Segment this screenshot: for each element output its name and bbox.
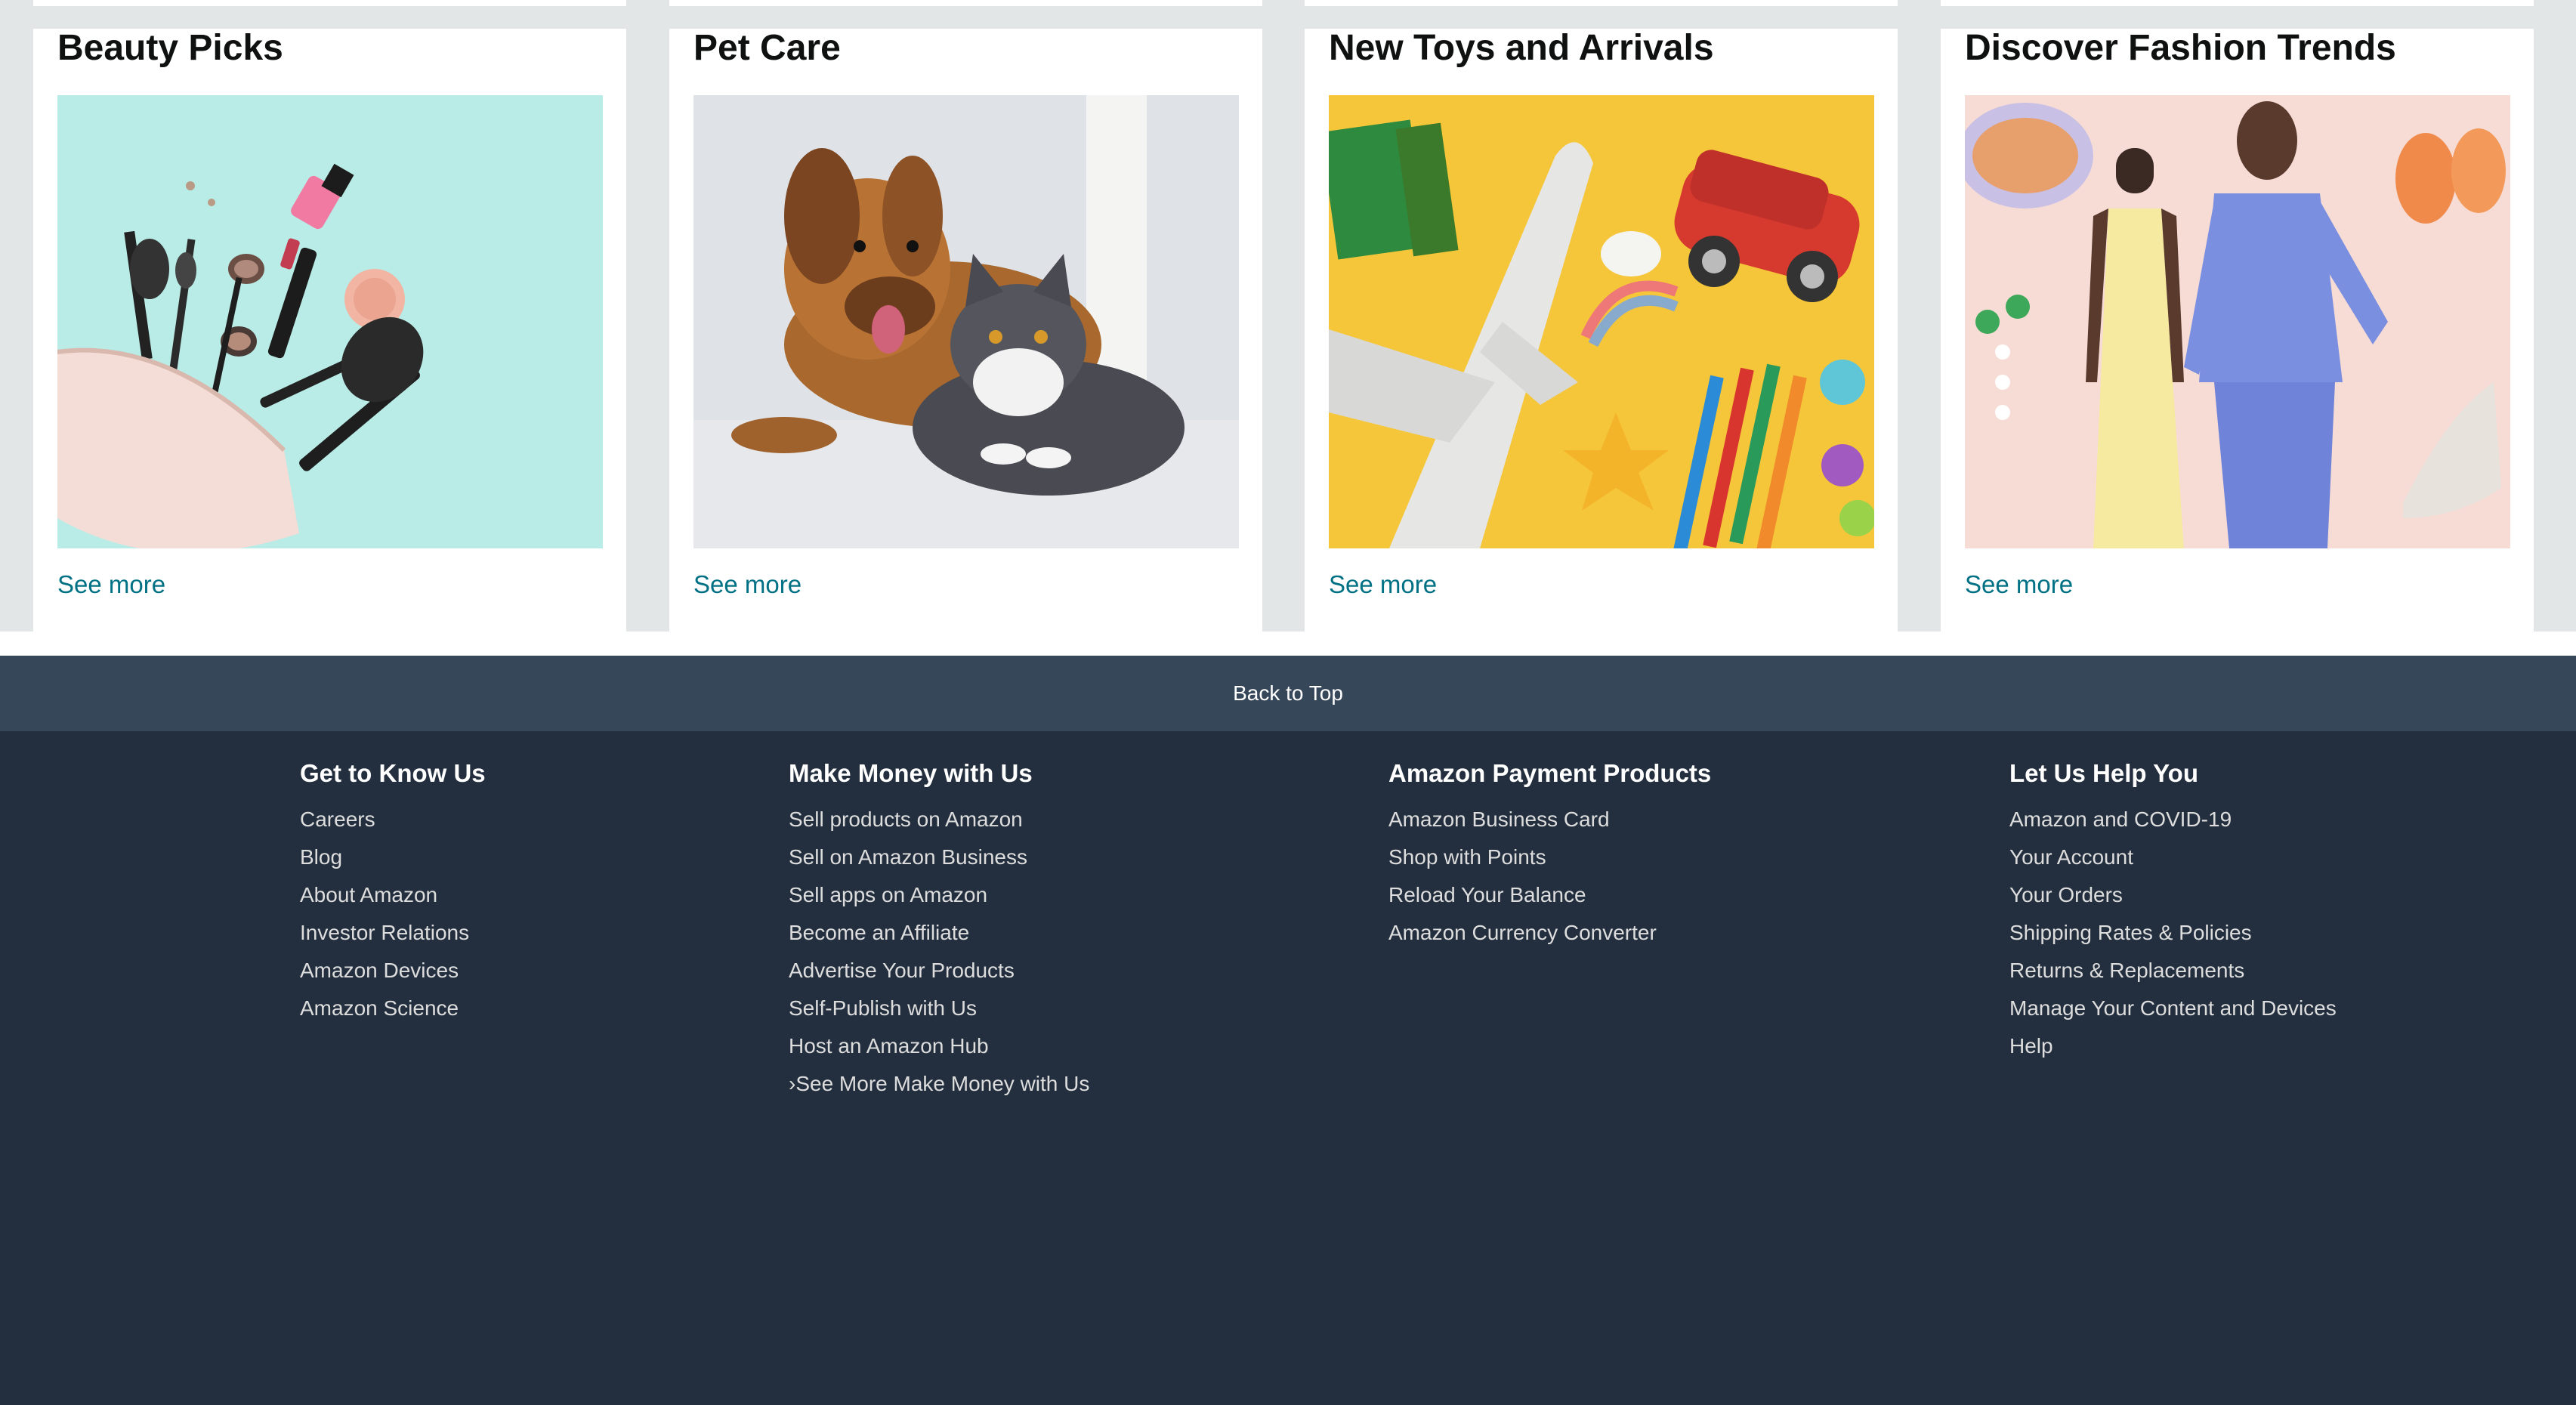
footer-link-see-more[interactable]: ›See More Make Money with Us	[789, 1065, 1089, 1103]
makeup-bag-image[interactable]	[57, 95, 603, 548]
card-fashion-trends: Discover Fashion Trends See more	[1941, 0, 2534, 631]
card-top-gap	[1941, 6, 2534, 29]
see-more-link[interactable]: See more	[57, 568, 165, 601]
dog-and-cat-image[interactable]	[693, 95, 1239, 548]
footer-heading: Get to Know Us	[300, 759, 486, 787]
card-new-toys: New Toys and Arrivals See more	[1305, 0, 1898, 631]
card-top-gap	[1305, 6, 1898, 29]
footer-link-self-publish[interactable]: Self-Publish with Us	[789, 990, 1089, 1027]
card-top-gap	[669, 6, 1262, 29]
footer-heading: Make Money with Us	[789, 759, 1033, 787]
footer-link-host-hub[interactable]: Host an Amazon Hub	[789, 1027, 1089, 1065]
card-title: Pet Care	[693, 28, 841, 68]
card-title: Beauty Picks	[57, 28, 283, 68]
footer-link-advertise[interactable]: Advertise Your Products	[789, 952, 1089, 990]
see-more-link[interactable]: See more	[693, 568, 802, 601]
footer-link-sell-apps[interactable]: Sell apps on Amazon	[789, 876, 1089, 914]
footer-link-shop-with-points[interactable]: Shop with Points	[1388, 838, 1711, 876]
card-pet-care: Pet Care See more	[669, 0, 1262, 631]
footer: Get to Know Us Careers Blog About Amazon…	[0, 731, 2576, 1405]
footer-column-help: Let Us Help You Amazon and COVID-19 Your…	[2009, 758, 2337, 1065]
footer-link-your-account[interactable]: Your Account	[2009, 838, 2337, 876]
card-top-gap	[33, 6, 626, 29]
footer-link-amazon-science[interactable]: Amazon Science	[300, 990, 486, 1027]
footer-link-careers[interactable]: Careers	[300, 801, 486, 838]
card-title: Discover Fashion Trends	[1965, 28, 2396, 68]
footer-link-manage-content[interactable]: Manage Your Content and Devices	[2009, 990, 2337, 1027]
footer-link-affiliate[interactable]: Become an Affiliate	[789, 914, 1089, 952]
footer-link-your-orders[interactable]: Your Orders	[2009, 876, 2337, 914]
footer-column-get-to-know-us: Get to Know Us Careers Blog About Amazon…	[300, 758, 486, 1027]
footer-link-help[interactable]: Help	[2009, 1027, 2337, 1065]
footer-link-blog[interactable]: Blog	[300, 838, 486, 876]
footer-link-investor-relations[interactable]: Investor Relations	[300, 914, 486, 952]
footer-link-shipping-rates[interactable]: Shipping Rates & Policies	[2009, 914, 2337, 952]
footer-link-about-amazon[interactable]: About Amazon	[300, 876, 486, 914]
footer-link-currency-converter[interactable]: Amazon Currency Converter	[1388, 914, 1711, 952]
see-more-link[interactable]: See more	[1329, 568, 1437, 601]
footer-link-sell-products[interactable]: Sell products on Amazon	[789, 801, 1089, 838]
footer-link-amazon-devices[interactable]: Amazon Devices	[300, 952, 486, 990]
card-beauty-picks: Beauty Picks See more	[33, 0, 626, 631]
footer-link-reload-balance[interactable]: Reload Your Balance	[1388, 876, 1711, 914]
toys-image[interactable]	[1329, 95, 1874, 548]
footer-link-returns[interactable]: Returns & Replacements	[2009, 952, 2337, 990]
divider	[0, 631, 2576, 656]
footer-link-covid[interactable]: Amazon and COVID-19	[2009, 801, 2337, 838]
footer-heading: Amazon Payment Products	[1388, 759, 1712, 787]
see-more-link[interactable]: See more	[1965, 568, 2073, 601]
footer-column-payment-products: Amazon Payment Products Amazon Business …	[1388, 758, 1711, 952]
footer-column-make-money: Make Money with Us Sell products on Amaz…	[789, 758, 1089, 1103]
footer-link-sell-business[interactable]: Sell on Amazon Business	[789, 838, 1089, 876]
fashion-image[interactable]	[1965, 95, 2510, 548]
footer-link-business-card[interactable]: Amazon Business Card	[1388, 801, 1711, 838]
card-title: New Toys and Arrivals	[1329, 28, 1714, 68]
back-to-top-button[interactable]: Back to Top	[0, 656, 2576, 731]
footer-heading: Let Us Help You	[2009, 759, 2198, 787]
